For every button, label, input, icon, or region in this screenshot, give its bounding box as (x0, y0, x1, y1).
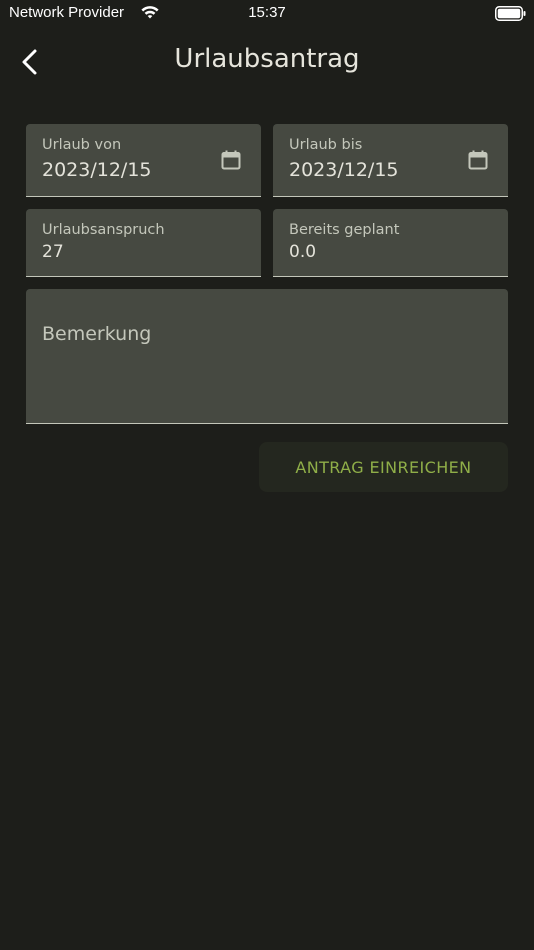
planned-field[interactable]: Bereits geplant 0.0 (273, 209, 508, 277)
battery-icon (495, 6, 526, 21)
date-from-field[interactable]: Urlaub von 2023/12/15 (26, 124, 261, 197)
entitlement-label: Urlaubsanspruch (42, 222, 165, 238)
planned-label: Bereits geplant (289, 222, 400, 238)
date-to-field[interactable]: Urlaub bis 2023/12/15 (273, 124, 508, 197)
date-from-label: Urlaub von (42, 137, 122, 153)
remark-field[interactable]: Bemerkung (26, 289, 508, 424)
planned-value: 0.0 (289, 242, 317, 262)
calendar-icon[interactable] (219, 148, 243, 172)
remark-placeholder: Bemerkung (42, 323, 152, 345)
date-to-value: 2023/12/15 (289, 159, 399, 181)
date-from-value: 2023/12/15 (42, 159, 152, 181)
entitlement-field[interactable]: Urlaubsanspruch 27 (26, 209, 261, 277)
app-bar: Urlaubsantrag (0, 36, 534, 88)
calendar-icon[interactable] (466, 148, 490, 172)
date-to-label: Urlaub bis (289, 137, 363, 153)
clock-label: 15:37 (248, 4, 286, 21)
submit-request-button[interactable]: ANTRAG EINREICHEN (259, 442, 508, 492)
status-bar: Network Provider 15:37 (0, 0, 534, 28)
page-title: Urlaubsantrag (174, 44, 360, 74)
entitlement-value: 27 (42, 242, 64, 262)
